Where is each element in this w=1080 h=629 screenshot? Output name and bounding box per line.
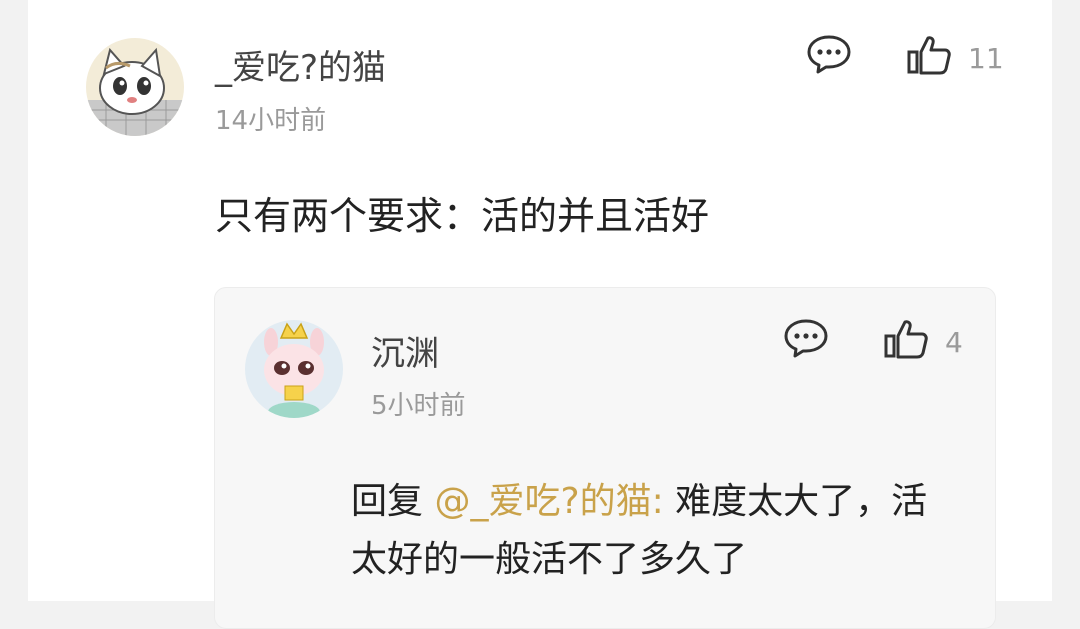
reply-username[interactable]: 沉渊 <box>371 326 439 375</box>
reply-comment-icon[interactable] <box>783 318 829 362</box>
reply-text-block: 回复 @_爱吃?的猫: 难度太大了，活太好的一般活不了多久了 <box>351 473 951 589</box>
comment-text: 只有两个要求：活的并且活好 <box>215 194 710 238</box>
comment-username[interactable]: _爱吃?的猫 <box>215 40 386 89</box>
thumbs-up-icon[interactable] <box>906 34 952 80</box>
bunny-avatar-icon[interactable] <box>245 320 343 418</box>
comment-item: _爱吃?的猫 14小时前 11 只有两个要求：活的并且活好 沉渊 5小时前 4 … <box>28 0 1052 629</box>
reply-prefix: 回复 <box>351 481 424 522</box>
reply-like-count: 4 <box>945 326 963 359</box>
comment-page: _爱吃?的猫 14小时前 11 只有两个要求：活的并且活好 沉渊 5小时前 4 … <box>28 0 1052 629</box>
reply-thumbs-up-icon[interactable] <box>883 318 929 364</box>
reply-time: 5小时前 <box>371 391 466 421</box>
reply-box: 沉渊 5小时前 4 回复 @_爱吃?的猫: 难度太大了，活太好的一般活不了多久了 <box>214 287 996 629</box>
comment-time: 14小时前 <box>215 106 327 136</box>
reply-mention[interactable]: @_爱吃?的猫: <box>434 481 663 522</box>
comment-icon[interactable] <box>806 34 852 78</box>
comment-like-count: 11 <box>968 42 1004 75</box>
cat-avatar-icon[interactable] <box>86 38 184 136</box>
